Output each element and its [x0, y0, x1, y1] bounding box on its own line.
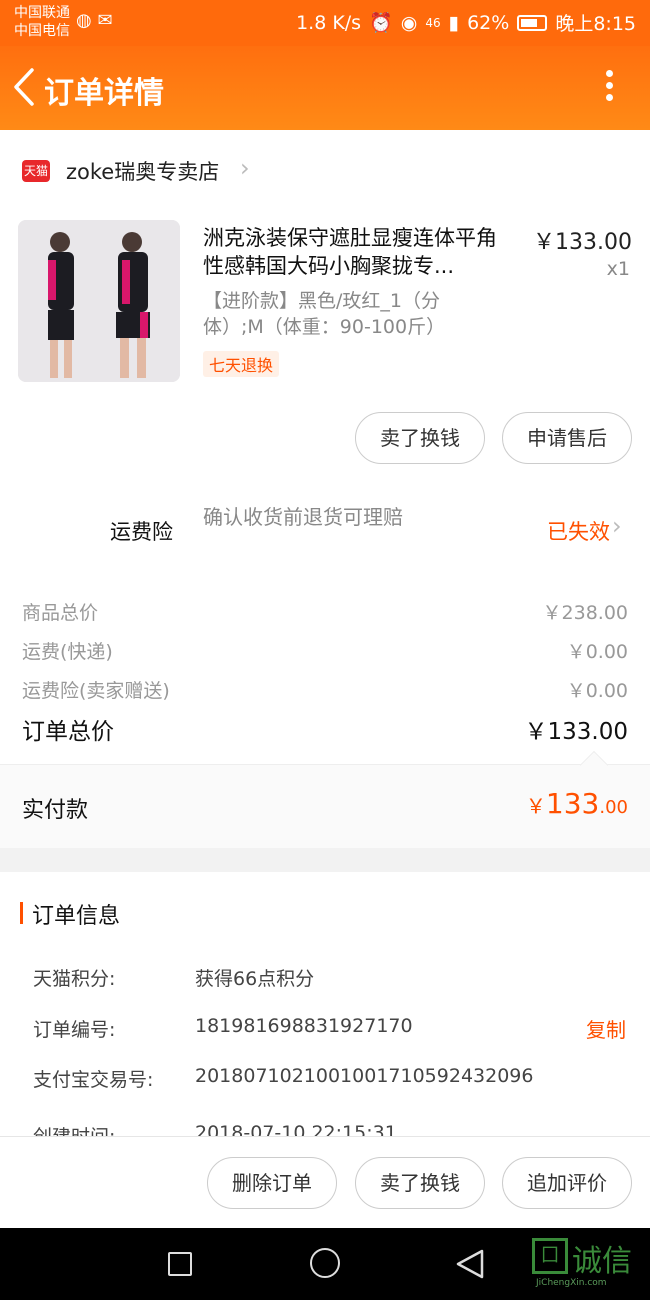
- globe-icon: ◍: [76, 10, 92, 31]
- info-value: 2018071021001001710592432096: [195, 1065, 534, 1087]
- paid-value: ￥133.00: [526, 787, 628, 820]
- order-total-row: 订单总价 ￥133.00: [22, 712, 628, 746]
- product-image: [18, 220, 180, 382]
- add-review-button[interactable]: 追加评价: [502, 1157, 632, 1209]
- shop-header[interactable]: 天猫 zoke瑞奥专卖店 ›: [0, 130, 650, 210]
- signal-tag: 46: [425, 15, 441, 30]
- fee-label: 商品总价: [22, 602, 99, 624]
- paid-integer: 133: [545, 787, 600, 820]
- network-speed: 1.8 K/s: [296, 11, 362, 34]
- accent-bar: [20, 902, 23, 924]
- product-sku: 【进阶款】黑色/玫红_1（分体）;M（体重：90-100斤）: [203, 290, 446, 338]
- app-bar: 订单详情: [0, 46, 650, 130]
- tmall-badge-icon: 天猫: [22, 160, 50, 182]
- status-bar: 中国联通 中国电信 ◍ ✉ 1.8 K/s ⏰ ◉ 46 ▮ 62% 晚上8:1…: [0, 0, 650, 46]
- paid-decimal: .00: [599, 797, 628, 818]
- product-item[interactable]: 洲克泳装保守遮肚显瘦连体平角性感韩国大码小胸聚拢专... ￥133.00 x1 …: [0, 210, 650, 400]
- notch-decoration: [579, 750, 609, 780]
- insurance-label: 运费险: [110, 520, 173, 544]
- watermark-box-icon: 囗: [532, 1238, 568, 1274]
- fee-row-goods: 商品总价 ￥238.00: [22, 598, 628, 625]
- home-icon[interactable]: [310, 1248, 340, 1278]
- battery-icon: [517, 14, 548, 31]
- sell-button[interactable]: 卖了换钱: [355, 1157, 485, 1209]
- return-policy-badge: 七天退换: [203, 351, 280, 377]
- paid-label: 实付款: [22, 798, 89, 823]
- paid-currency: ￥: [525, 794, 546, 818]
- product-price: ￥133.00: [533, 230, 632, 255]
- order-total-value: ￥133.00: [524, 719, 628, 745]
- recents-icon[interactable]: [168, 1252, 192, 1276]
- product-title: 洲克泳装保守遮肚显瘦连体平角性感韩国大码小胸聚拢专...: [203, 226, 497, 278]
- order-total-label: 订单总价: [22, 719, 114, 745]
- system-nav-bar: 囗 诚信 JiChengXin.com: [0, 1228, 650, 1300]
- fee-label: 运费险(卖家赠送): [22, 680, 170, 702]
- signal-icon: ▮: [448, 11, 460, 34]
- section-divider: [0, 848, 650, 872]
- delete-order-button[interactable]: 删除订单: [207, 1157, 337, 1209]
- more-menu-icon[interactable]: [606, 70, 616, 106]
- eye-icon: ◉: [400, 11, 418, 34]
- carrier-2: 中国电信: [14, 23, 70, 39]
- order-info-title: 订单信息: [32, 904, 121, 929]
- clock: 晚上8:15: [555, 13, 636, 35]
- fee-label: 运费(快递): [22, 641, 113, 663]
- fee-row-shipping: 运费(快递) ￥0.00: [22, 637, 628, 664]
- fee-row-insurance: 运费险(卖家赠送) ￥0.00: [22, 676, 628, 703]
- watermark-subtext: JiChengXin.com: [536, 1278, 607, 1288]
- shop-name: zoke瑞奥专卖店: [66, 160, 220, 184]
- product-quantity: x1: [606, 258, 630, 280]
- fee-value: ￥0.00: [566, 680, 628, 702]
- battery-text: 62%: [467, 11, 510, 34]
- notification-icons: ◍ ✉: [76, 10, 113, 31]
- status-right: 1.8 K/s ⏰ ◉ 46 ▮ 62% 晚上8:15: [296, 9, 636, 36]
- bottom-action-bar: 删除订单 卖了换钱 追加评价: [0, 1136, 650, 1228]
- info-value: 181981698831927170: [195, 1015, 413, 1037]
- copy-button[interactable]: 复制: [586, 1014, 626, 1043]
- wechat-icon: ✉: [97, 10, 113, 31]
- paid-amount-section: 实付款 ￥133.00: [0, 750, 650, 848]
- chevron-right-icon: ›: [612, 512, 622, 540]
- info-value: 获得66点积分: [195, 968, 315, 990]
- fee-value: ￥238.00: [542, 602, 628, 624]
- info-key: 订单编号:: [33, 1019, 116, 1041]
- fee-value: ￥0.00: [566, 641, 628, 663]
- apply-after-sale-button[interactable]: 申请售后: [502, 412, 632, 464]
- page-title: 订单详情: [44, 76, 164, 111]
- info-key: 支付宝交易号:: [33, 1069, 154, 1091]
- chevron-right-icon: ›: [240, 154, 250, 182]
- info-key: 天猫积分:: [33, 968, 116, 990]
- insurance-status: 已失效: [547, 520, 610, 544]
- alarm-icon: ⏰: [369, 12, 393, 34]
- carrier-1: 中国联通: [14, 5, 70, 21]
- carrier-info: 中国联通 中国电信: [14, 4, 70, 40]
- back-arrow-icon: [14, 68, 34, 106]
- back-nav-icon[interactable]: [454, 1248, 488, 1280]
- insurance-description: 确认收货前退货可理赔: [203, 505, 403, 529]
- watermark-text: 诚信: [572, 1244, 632, 1279]
- watermark-logo: 囗 诚信 JiChengXin.com: [532, 1238, 648, 1294]
- sell-button[interactable]: 卖了换钱: [355, 412, 485, 464]
